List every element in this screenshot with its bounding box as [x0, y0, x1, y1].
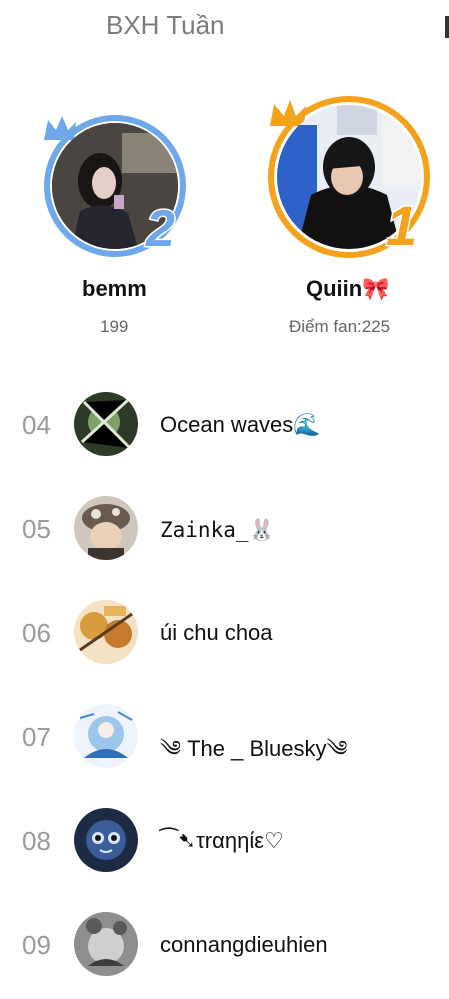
leaderboard-tabs: BXH Tuần [0, 0, 449, 56]
list-item[interactable]: 05 Zainka_🐰 [0, 484, 449, 574]
rank-number: 06 [22, 618, 51, 648]
avatar [74, 496, 138, 560]
user-name: úi chu choa [160, 620, 273, 645]
rank-number: 05 [22, 514, 51, 544]
rank-badge-2: 2 [145, 200, 177, 258]
rank-badge-1: 1 [384, 194, 418, 257]
user-name: ༄ The _ Bluesky༄ [160, 736, 348, 761]
podium-score-1: Điểm fan:225 [289, 317, 391, 336]
rank-number: 07 [22, 722, 51, 752]
user-name: ⁀➷τrαηηίε♡ [160, 828, 284, 853]
user-name: Zainka_🐰 [160, 518, 275, 542]
avatar [74, 600, 138, 664]
list-item[interactable]: 09 connangdieuhien [0, 900, 449, 990]
user-name: connangdieuhien [160, 932, 328, 957]
tab-weekly-ranking[interactable]: BXH Tuần [106, 10, 225, 41]
avatar [74, 808, 138, 872]
list-item[interactable]: 08 ⁀➷τrαηηίε♡ [0, 796, 449, 886]
avatar [74, 912, 138, 976]
tab-edge-indicator [445, 16, 449, 38]
user-name: Ocean waves🌊 [160, 412, 321, 437]
avatar [74, 704, 138, 768]
list-item[interactable]: 07 ༄ The _ Bluesky༄ [0, 692, 449, 782]
podium-name-2: bemm [82, 276, 147, 301]
rank-number: 04 [22, 410, 51, 440]
rank-number: 08 [22, 826, 51, 856]
podium-score-2: 199 [100, 317, 129, 336]
avatar [74, 392, 138, 456]
list-item[interactable]: 04 Ocean waves🌊 [0, 380, 449, 470]
podium-name-1: Quiin🎀 [306, 276, 390, 301]
rank-number: 09 [22, 930, 51, 960]
list-item[interactable]: 06 úi chu choa [0, 588, 449, 678]
